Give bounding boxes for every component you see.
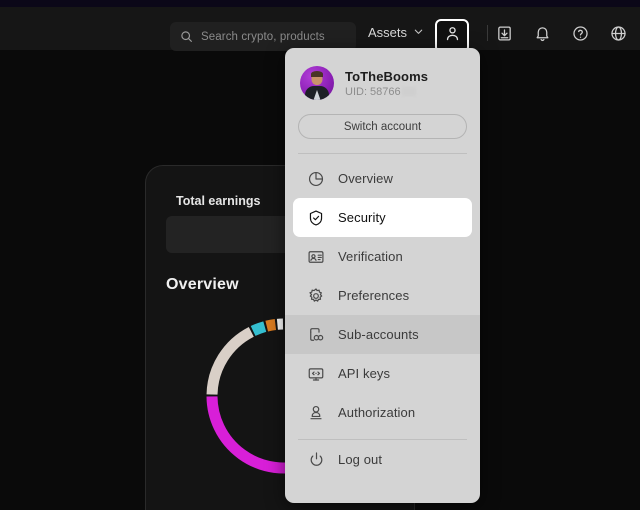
user-stamp-icon [307, 404, 325, 422]
search-input[interactable]: Search crypto, products [170, 22, 356, 51]
chevron-down-icon [413, 25, 424, 40]
overview-title: Overview [166, 276, 239, 293]
top-header-bar: Search crypto, products Assets [0, 7, 640, 53]
menu-item-overview[interactable]: Overview [285, 159, 480, 198]
help-circle-icon[interactable] [572, 25, 589, 42]
avatar [300, 66, 334, 100]
sub-accounts-icon [307, 326, 325, 344]
account-uid-text: UID: 58766 [345, 85, 401, 98]
inbox-download-icon[interactable] [496, 25, 513, 42]
shield-check-icon [307, 209, 325, 227]
search-icon [180, 30, 193, 43]
menu-item-label: Verification [338, 249, 403, 264]
user-icon [444, 25, 461, 47]
menu-item-authorization[interactable]: Authorization [285, 393, 480, 432]
account-name: ToTheBooms [345, 68, 429, 84]
menu-item-security[interactable]: Security [293, 198, 472, 237]
id-card-icon [307, 248, 325, 266]
assets-label: Assets [368, 25, 408, 40]
header-separator [487, 25, 488, 41]
power-icon [307, 451, 325, 468]
menu-item-label: Sub-accounts [338, 327, 419, 342]
api-monitor-icon [307, 365, 325, 383]
total-earnings-title: Total earnings [176, 194, 261, 208]
menu-item-label: Preferences [338, 288, 410, 303]
menu-item-verification[interactable]: Verification [285, 237, 480, 276]
donut-slice [265, 319, 277, 332]
gear-icon [307, 287, 325, 305]
bell-icon[interactable] [534, 25, 551, 42]
account-summary: ToTheBooms UID: 58766 [285, 48, 480, 100]
menu-item-label: Overview [338, 171, 393, 186]
assets-dropdown-button[interactable]: Assets [368, 25, 424, 40]
menu-divider-top [298, 153, 467, 154]
account-uid: UID: 58766 [345, 86, 428, 98]
menu-item-label: Security [338, 210, 386, 225]
donut-slice [206, 326, 254, 395]
header-icon-group [496, 25, 627, 42]
menu-item-list: Overview Security Verification Preferences S… [285, 159, 480, 432]
uid-redaction [401, 86, 416, 96]
menu-item-label: Log out [338, 452, 383, 467]
app-root: Total earnings Go to E Overview 44.88% $… [0, 0, 640, 510]
globe-icon[interactable] [610, 25, 627, 42]
search-placeholder-text: Search crypto, products [201, 30, 325, 43]
menu-item-log-out[interactable]: Log out [285, 440, 480, 479]
menu-item-label: Authorization [338, 405, 416, 420]
menu-item-preferences[interactable]: Preferences [285, 276, 480, 315]
menu-item-sub-accounts[interactable]: Sub-accounts [285, 315, 480, 354]
menu-item-label: API keys [338, 366, 391, 381]
pie-chart-icon [307, 170, 325, 188]
donut-slice [250, 321, 267, 336]
menu-item-api-keys[interactable]: API keys [285, 354, 480, 393]
browser-top-strip [0, 0, 640, 7]
profile-dropdown-menu: ToTheBooms UID: 58766 Switch account Ove… [285, 48, 480, 503]
switch-account-button[interactable]: Switch account [298, 114, 467, 139]
